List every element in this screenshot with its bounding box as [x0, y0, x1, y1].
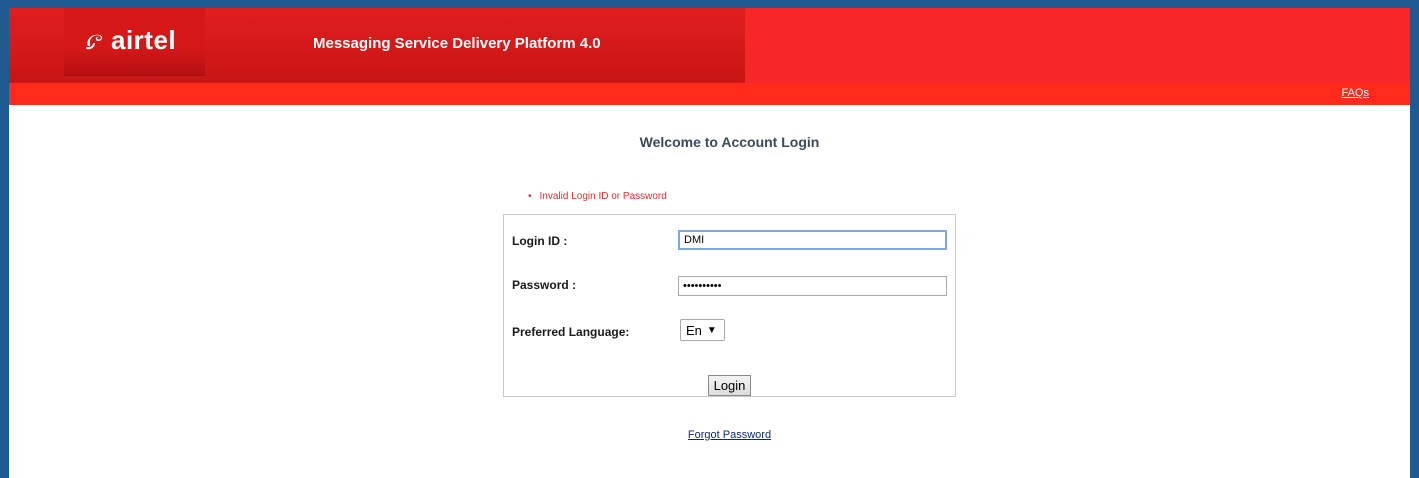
faqs-link[interactable]: FAQs [1341, 87, 1369, 99]
header-bar: airtel Messaging Service Delivery Platfo… [9, 8, 1410, 83]
password-label: Password : [512, 278, 577, 292]
header-left-panel: airtel Messaging Service Delivery Platfo… [9, 8, 745, 83]
logo-text: airtel [111, 25, 177, 55]
error-text: Invalid Login ID or Password [539, 191, 667, 202]
error-bullet: • [528, 191, 532, 202]
nav-subbar: FAQs [9, 83, 1410, 105]
language-label: Preferred Language: [512, 325, 630, 339]
login-id-label: Login ID : [512, 234, 568, 248]
forgot-password-link[interactable]: Forgot Password [688, 429, 771, 441]
login-button[interactable]: Login [708, 375, 751, 396]
login-form: Login ID : Password : Preferred Language… [503, 214, 956, 397]
language-select[interactable]: En ▼ [680, 319, 725, 341]
logo-block: airtel [64, 8, 205, 76]
airtel-swirl-icon [86, 34, 103, 49]
platform-title: Messaging Service Delivery Platform 4.0 [313, 35, 601, 52]
airtel-logo: airtel [84, 25, 176, 56]
page-title: Welcome to Account Login [639, 134, 820, 150]
forgot-password-container: Forgot Password [0, 429, 1419, 441]
language-selected-value: En [686, 322, 702, 338]
login-id-input[interactable] [678, 230, 947, 250]
chevron-down-icon: ▼ [706, 324, 717, 336]
error-message: • Invalid Login ID or Password [528, 191, 667, 202]
password-input[interactable] [678, 276, 947, 296]
